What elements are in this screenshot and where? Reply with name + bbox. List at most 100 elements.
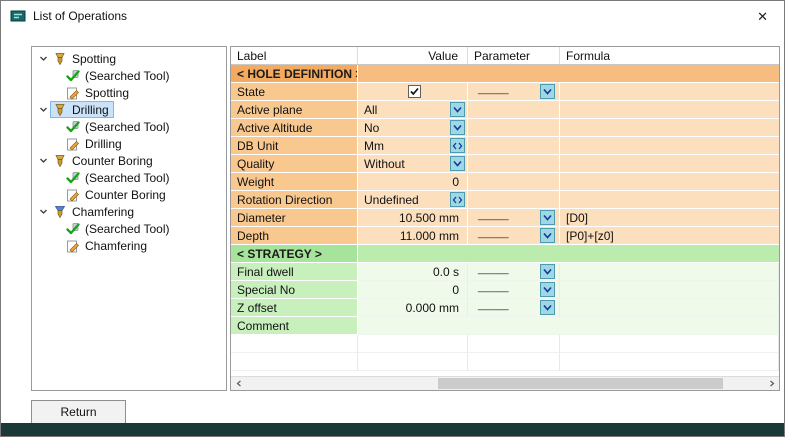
parameter-cell[interactable]: _____ — [468, 227, 560, 245]
table-row-final-dwell: Final dwell0.0 s_____ — [231, 263, 779, 281]
value-text: 0 — [452, 283, 459, 297]
value-cell-special-no[interactable]: 0 — [358, 281, 468, 299]
row-label: Depth — [231, 227, 358, 245]
parameter-dropdown-icon[interactable] — [540, 300, 555, 315]
formula-cell[interactable] — [560, 263, 779, 281]
formula-cell[interactable] — [560, 281, 779, 299]
value-dropdown-icon[interactable] — [450, 156, 465, 171]
tree-item-chamfering[interactable]: Chamfering — [32, 203, 226, 220]
value-spinner-icon[interactable] — [450, 138, 465, 153]
value-cell-z-offset[interactable]: 0.000 mm — [358, 299, 468, 317]
scroll-right-arrow-icon[interactable] — [764, 377, 779, 390]
formula-cell[interactable] — [560, 83, 779, 101]
tree-item-label: Counter Boring — [72, 154, 153, 168]
tree-item-drilling-drilling[interactable]: Drilling — [32, 135, 226, 152]
column-header-label: Label — [231, 47, 358, 64]
parameter-dropdown-icon[interactable] — [540, 228, 555, 243]
searched-tool-icon — [66, 69, 80, 83]
parameter-cell[interactable]: _____ — [468, 281, 560, 299]
tree-item-spotting[interactable]: Spotting — [32, 50, 226, 67]
value-dropdown-icon[interactable] — [450, 102, 465, 117]
parameter-placeholder: _____ — [478, 84, 509, 95]
parameter-cell[interactable]: _____ — [468, 83, 560, 101]
empty-cell — [468, 353, 560, 371]
tree-item-spotting-spotting[interactable]: Spotting — [32, 84, 226, 101]
close-icon[interactable]: ✕ — [753, 8, 772, 25]
parameter-dropdown-icon[interactable] — [540, 264, 555, 279]
row-label: Z offset — [231, 299, 358, 317]
value-cell-rotation-direction[interactable]: Undefined — [358, 191, 468, 209]
value-cell-active-altitude[interactable]: No — [358, 119, 468, 137]
formula-cell[interactable] — [560, 299, 779, 317]
formula-cell[interactable] — [560, 119, 779, 137]
value-text: 0 — [452, 175, 459, 189]
row-label: Active plane — [231, 101, 358, 119]
parameter-cell[interactable]: _____ — [468, 209, 560, 227]
parameter-dropdown-icon[interactable] — [540, 84, 555, 99]
formula-cell[interactable] — [560, 155, 779, 173]
value-cell-state[interactable] — [358, 83, 468, 101]
tree-item-counter-boring-counter-boring[interactable]: Counter Boring — [32, 186, 226, 203]
formula-cell[interactable] — [560, 137, 779, 155]
empty-cell — [560, 353, 779, 371]
formula-cell[interactable] — [560, 191, 779, 209]
searched-tool-icon — [66, 171, 80, 185]
edit-operation-icon — [66, 239, 80, 253]
tree-item-target[interactable]: Counter Boring — [50, 152, 158, 169]
parameter-cell[interactable]: _____ — [468, 263, 560, 281]
tree-item-chamfering-chamfering[interactable]: Chamfering — [32, 237, 226, 254]
empty-cell — [358, 335, 468, 353]
table-row-z-offset: Z offset0.000 mm_____ — [231, 299, 779, 317]
tree-item-drilling-searched-tool[interactable]: (Searched Tool) — [32, 118, 226, 135]
tree-item-counter-boring-searched-tool[interactable]: (Searched Tool) — [32, 169, 226, 186]
return-button[interactable]: Return — [31, 400, 126, 424]
formula-cell[interactable] — [560, 173, 779, 191]
section-label: < HOLE DEFINITION > — [231, 65, 358, 83]
horizontal-scrollbar[interactable] — [231, 376, 779, 390]
parameter-dropdown-icon[interactable] — [540, 210, 555, 225]
row-label: Diameter — [231, 209, 358, 227]
table-row-comment: Comment — [231, 317, 779, 335]
tree-expander-icon[interactable] — [37, 54, 50, 63]
tree-expander-icon[interactable] — [37, 207, 50, 216]
value-cell-active-plane[interactable]: All — [358, 101, 468, 119]
tree-item-target[interactable]: Chamfering — [50, 203, 139, 220]
tree-item-target[interactable]: Drilling — [50, 101, 114, 118]
value-cell-depth[interactable]: 11.000 mm — [358, 227, 468, 245]
edit-operation-icon — [66, 188, 80, 202]
value-text: 0.0 s — [433, 265, 459, 279]
scroll-thumb[interactable] — [438, 378, 723, 389]
empty-row — [231, 353, 779, 371]
row-label: Active Altitude — [231, 119, 358, 137]
scroll-track[interactable] — [246, 377, 764, 390]
tree-item-drilling[interactable]: Drilling — [32, 101, 226, 118]
table-row-special-no: Special No0_____ — [231, 281, 779, 299]
value-text: 10.500 mm — [399, 211, 459, 225]
value-cell-weight[interactable]: 0 — [358, 173, 468, 191]
tree-item-target[interactable]: Spotting — [50, 50, 121, 67]
formula-cell[interactable]: [D0] — [560, 209, 779, 227]
parameter-cell[interactable]: _____ — [468, 299, 560, 317]
state-checkbox[interactable] — [408, 85, 421, 98]
formula-cell[interactable] — [560, 101, 779, 119]
tree-expander-icon[interactable] — [37, 156, 50, 165]
value-cell-db-unit[interactable]: Mm — [358, 137, 468, 155]
value-spinner-icon[interactable] — [450, 192, 465, 207]
tree-item-chamfering-searched-tool[interactable]: (Searched Tool) — [32, 220, 226, 237]
tree-item-label: Spotting — [72, 52, 116, 66]
value-cell-diameter[interactable]: 10.500 mm — [358, 209, 468, 227]
tree-item-spotting-searched-tool[interactable]: (Searched Tool) — [32, 67, 226, 84]
parameter-placeholder: _____ — [478, 282, 509, 293]
parameter-cell — [468, 119, 560, 137]
counter-boring-tool-icon — [53, 154, 67, 168]
scroll-left-arrow-icon[interactable] — [231, 377, 246, 390]
tree-expander-icon[interactable] — [37, 105, 50, 114]
value-cell-quality[interactable]: Without — [358, 155, 468, 173]
value-dropdown-icon[interactable] — [450, 120, 465, 135]
value-cell-final-dwell[interactable]: 0.0 s — [358, 263, 468, 281]
comment-cell[interactable] — [358, 317, 779, 335]
parameter-dropdown-icon[interactable] — [540, 282, 555, 297]
section-row: < STRATEGY > — [231, 245, 779, 263]
tree-item-counter-boring[interactable]: Counter Boring — [32, 152, 226, 169]
formula-cell[interactable]: [P0]+[z0] — [560, 227, 779, 245]
